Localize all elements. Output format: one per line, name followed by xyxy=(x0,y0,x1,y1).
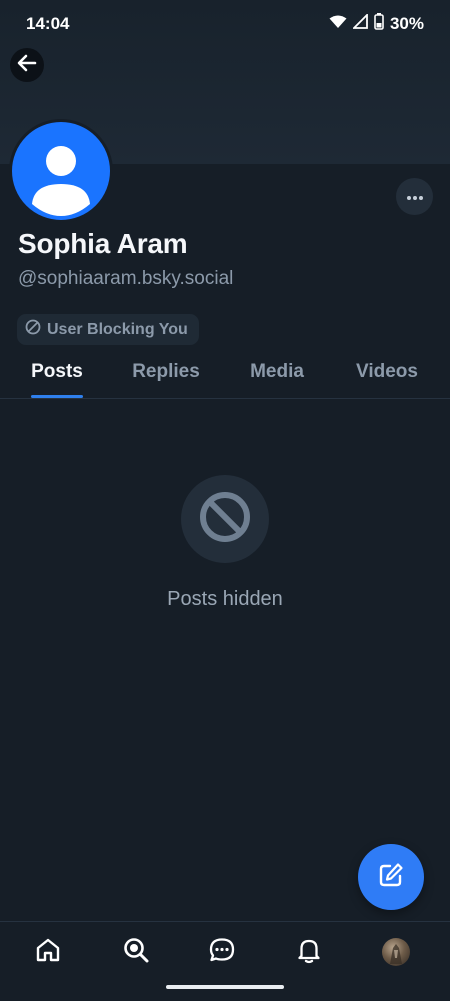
profile-avatar[interactable] xyxy=(9,119,113,223)
blocking-badge-label: User Blocking You xyxy=(47,320,188,338)
battery-percent: 30% xyxy=(389,14,424,33)
home-icon xyxy=(34,936,62,969)
bell-icon xyxy=(295,936,323,969)
bottom-navigation xyxy=(0,921,450,1001)
chat-icon xyxy=(208,936,236,969)
tab-videos[interactable]: Videos xyxy=(342,346,432,398)
arrow-left-icon xyxy=(16,52,38,79)
ellipsis-icon xyxy=(406,188,424,206)
blocking-badge: User Blocking You xyxy=(17,314,199,345)
avatar-icon xyxy=(382,938,410,966)
compose-icon xyxy=(377,861,405,894)
back-button[interactable] xyxy=(10,48,44,82)
tab-media[interactable]: Media xyxy=(234,346,320,398)
tab-posts[interactable]: Posts xyxy=(14,346,100,398)
signal-icon xyxy=(351,12,368,34)
display-name: Sophia Aram xyxy=(18,228,188,259)
status-indicators: 30% xyxy=(329,12,424,35)
home-indicator-bar[interactable] xyxy=(166,985,284,989)
active-tab-indicator xyxy=(31,395,83,398)
posts-hidden-icon-container xyxy=(181,475,269,563)
nav-chat[interactable] xyxy=(200,934,244,970)
more-options-button[interactable] xyxy=(396,178,433,215)
nav-profile[interactable] xyxy=(374,934,418,970)
search-icon xyxy=(122,936,150,969)
posts-hidden-message: Posts hidden xyxy=(167,588,283,610)
profile-tabs: Posts Replies Media Videos xyxy=(0,346,450,399)
blocked-circle-icon xyxy=(197,489,253,550)
battery-icon xyxy=(374,13,384,35)
nav-search[interactable] xyxy=(114,934,158,970)
status-bar: 14:04 30% xyxy=(0,0,450,48)
nav-notifications[interactable] xyxy=(287,934,331,970)
profile-handle: @sophiaaram.bsky.social xyxy=(18,268,234,289)
default-avatar-icon xyxy=(32,146,90,216)
nav-home[interactable] xyxy=(26,934,70,970)
wifi-icon xyxy=(329,14,347,34)
status-time: 14:04 xyxy=(26,14,70,33)
tab-replies[interactable]: Replies xyxy=(118,346,214,398)
compose-post-button[interactable] xyxy=(358,844,424,910)
blocked-icon xyxy=(25,319,41,340)
